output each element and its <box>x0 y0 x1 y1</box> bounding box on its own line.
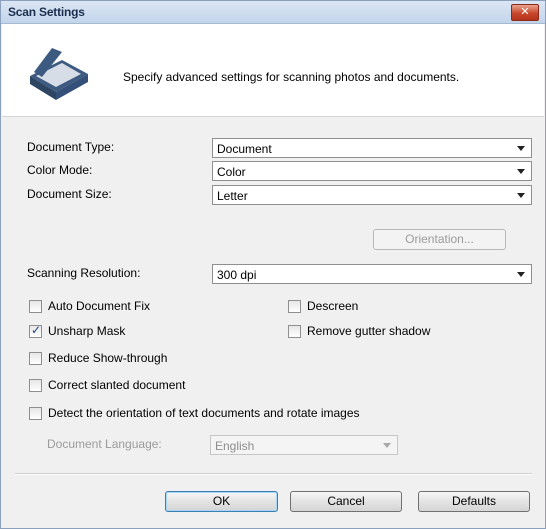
checkbox-box[interactable] <box>29 352 42 365</box>
defaults-button[interactable]: Defaults <box>418 491 530 512</box>
document-language-select[interactable]: English <box>210 435 398 455</box>
document-language-value: English <box>215 439 255 453</box>
close-button[interactable]: ✕ <box>511 4 539 21</box>
auto-document-fix-label: Auto Document Fix <box>48 299 151 313</box>
checkbox-box[interactable] <box>29 407 42 420</box>
scanner-icon <box>30 48 88 100</box>
document-type-select[interactable]: Document <box>212 138 532 158</box>
color-mode-value: Color <box>217 165 246 179</box>
checkbox-box[interactable] <box>29 379 42 392</box>
chevron-down-icon <box>517 193 525 198</box>
checkbox-box[interactable]: ✓ <box>29 323 42 338</box>
checkmark-icon: ✓ <box>31 323 42 337</box>
document-type-value: Document <box>217 142 272 156</box>
cancel-button[interactable]: Cancel <box>290 491 402 512</box>
checkbox-box[interactable] <box>288 300 301 313</box>
scan-settings-dialog: Scan Settings ✕ Specify advanced setting… <box>0 0 546 529</box>
unsharp-mask-label: Unsharp Mask <box>48 324 126 338</box>
ok-button[interactable]: OK <box>165 491 278 512</box>
scanning-resolution-label: Scanning Resolution: <box>27 266 141 280</box>
chevron-down-icon <box>517 146 525 151</box>
checkbox-box[interactable] <box>288 325 301 338</box>
dialog-header: Specify advanced settings for scanning p… <box>2 24 544 117</box>
detect-orientation-label: Detect the orientation of text documents… <box>48 406 360 420</box>
color-mode-label: Color Mode: <box>27 163 93 177</box>
orientation-button[interactable]: Orientation... <box>373 229 506 250</box>
chevron-down-icon <box>517 169 525 174</box>
chevron-down-icon <box>517 272 525 277</box>
scanning-resolution-value: 300 dpi <box>217 268 257 282</box>
color-mode-select[interactable]: Color <box>212 161 532 181</box>
chevron-down-icon <box>383 443 391 448</box>
header-description: Specify advanced settings for scanning p… <box>123 70 460 84</box>
document-type-label: Document Type: <box>27 140 115 154</box>
footer-divider <box>15 473 532 475</box>
correct-slanted-document-label: Correct slanted document <box>48 378 186 392</box>
remove-gutter-shadow-label: Remove gutter shadow <box>307 324 431 338</box>
document-language-label: Document Language: <box>47 437 162 451</box>
document-size-label: Document Size: <box>27 187 112 201</box>
document-size-value: Letter <box>217 189 248 203</box>
scanning-resolution-select[interactable]: 300 dpi <box>212 264 532 284</box>
document-size-select[interactable]: Letter <box>212 185 532 205</box>
checkbox-box[interactable] <box>29 300 42 313</box>
window-title: Scan Settings <box>8 5 85 19</box>
reduce-show-through-label: Reduce Show-through <box>48 351 168 365</box>
title-bar: Scan Settings ✕ <box>1 1 545 24</box>
descreen-label: Descreen <box>307 299 359 313</box>
